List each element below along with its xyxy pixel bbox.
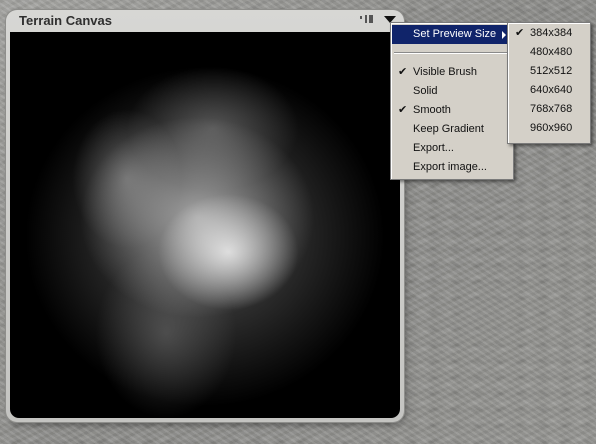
menu-item-export[interactable]: Export... bbox=[392, 139, 512, 158]
size-option-640[interactable]: 640x640 bbox=[509, 81, 589, 100]
panel-title: Terrain Canvas bbox=[19, 13, 112, 28]
terrain-canvas-panel: Terrain Canvas bbox=[6, 10, 404, 422]
pin-icon[interactable] bbox=[365, 15, 367, 23]
menu-item-export-image[interactable]: Export image... bbox=[392, 158, 512, 177]
size-option-480[interactable]: 480x480 bbox=[509, 43, 589, 62]
size-option-label: 640x640 bbox=[530, 84, 573, 96]
size-option-label: 768x768 bbox=[530, 103, 573, 115]
canvas-options-menu: Set Preview Size ✔ Visible Brush Solid ✔… bbox=[390, 22, 514, 180]
menu-item-keep-gradient[interactable]: Keep Gradient bbox=[392, 120, 512, 139]
close-icon[interactable] bbox=[369, 15, 373, 23]
menu-item-set-preview-size[interactable]: Set Preview Size bbox=[392, 25, 512, 44]
check-icon: ✔ bbox=[398, 104, 408, 116]
size-option-960[interactable]: 960x960 bbox=[509, 119, 589, 138]
size-option-512[interactable]: 512x512 bbox=[509, 62, 589, 81]
terrain-preview-canvas[interactable] bbox=[10, 32, 400, 418]
menu-item-label: Export... bbox=[413, 142, 454, 154]
menu-item-label: Keep Gradient bbox=[413, 123, 484, 135]
menu-item-solid[interactable]: Solid bbox=[392, 82, 512, 101]
size-option-label: 960x960 bbox=[530, 122, 573, 134]
size-option-label: 480x480 bbox=[530, 46, 573, 58]
size-option-768[interactable]: 768x768 bbox=[509, 100, 589, 119]
menu-item-label: Smooth bbox=[413, 104, 451, 116]
menu-item-label: Set Preview Size bbox=[413, 28, 497, 40]
check-icon: ✔ bbox=[398, 66, 408, 78]
size-option-384[interactable]: ✔ 384x384 bbox=[509, 24, 589, 43]
menu-item-visible-brush[interactable]: ✔ Visible Brush bbox=[392, 63, 512, 82]
check-icon: ✔ bbox=[515, 27, 525, 39]
menu-separator bbox=[394, 52, 510, 54]
submenu-arrow-icon bbox=[502, 31, 506, 39]
menu-item-label: Solid bbox=[413, 85, 438, 97]
menu-item-smooth[interactable]: ✔ Smooth bbox=[392, 101, 512, 120]
size-option-label: 512x512 bbox=[530, 65, 573, 77]
menu-item-label: Export image... bbox=[413, 161, 487, 173]
dock-grip-icon[interactable] bbox=[360, 16, 362, 19]
menu-item-label: Visible Brush bbox=[413, 66, 477, 78]
size-option-label: 384x384 bbox=[530, 27, 573, 39]
preview-size-submenu: ✔ 384x384 480x480 512x512 640x640 768x76… bbox=[507, 22, 591, 144]
